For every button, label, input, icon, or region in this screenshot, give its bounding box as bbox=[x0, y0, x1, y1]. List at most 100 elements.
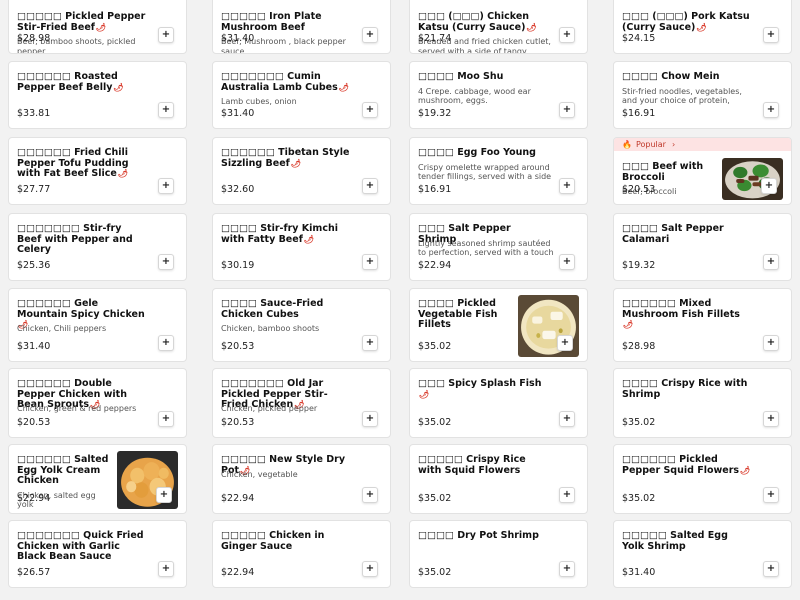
item-name: □□□□□□ Tibetan Style Sizzling Beef bbox=[221, 147, 350, 169]
add-to-cart-button[interactable]: + bbox=[559, 27, 575, 43]
add-to-cart-button[interactable]: + bbox=[761, 178, 777, 194]
add-to-cart-button[interactable]: + bbox=[158, 178, 174, 194]
add-to-cart-button[interactable]: + bbox=[362, 335, 378, 351]
item-name: □□□□□□□ Stir-fry Beef with Pepper and Ce… bbox=[17, 223, 133, 255]
menu-item-card[interactable]: □□□□□□ Fried Chili Pepper Tofu Pudding w… bbox=[8, 137, 187, 205]
menu-item-card[interactable]: □□□□ Chow Mein Stir-fried noodles, vegeta… bbox=[613, 61, 792, 129]
add-to-cart-button[interactable]: + bbox=[763, 27, 779, 43]
menu-item-card[interactable]: □□□□ Moo Shu 4 Crepe. cabbage, wood ear m… bbox=[409, 61, 588, 129]
menu-item-card[interactable]: □□□□□□□ Quick Fried Chicken with Garlic … bbox=[8, 520, 187, 588]
add-to-cart-button[interactable]: + bbox=[557, 335, 573, 351]
item-price: $22.94 bbox=[17, 493, 51, 504]
item-description: Chicken, pickled pepper bbox=[221, 404, 318, 413]
item-price: $27.77 bbox=[17, 184, 51, 195]
add-to-cart-button[interactable]: + bbox=[559, 178, 575, 194]
menu-item-card[interactable]: □□□□□□□ Cumin Australia Lamb Cubes🌶 Lamb … bbox=[212, 61, 391, 129]
add-to-cart-button[interactable]: + bbox=[362, 254, 378, 270]
menu-item-card[interactable]: □□□ (□□□) Chicken Katsu (Curry Sauce)🌶 Br… bbox=[409, 0, 588, 54]
menu-item-card[interactable]: □□□□□□ Double Pepper Chicken with Bean S… bbox=[8, 368, 187, 438]
add-to-cart-button[interactable]: + bbox=[158, 335, 174, 351]
add-to-cart-button[interactable]: + bbox=[158, 561, 174, 577]
item-price: $22.94 bbox=[221, 567, 255, 578]
menu-item-card[interactable]: □□□□□□ Mixed Mushroom Fish Fillets🌶 $28.9… bbox=[613, 288, 792, 362]
item-price: $31.40 bbox=[622, 567, 656, 578]
menu-item-card[interactable]: □□□□□□ Roasted Pepper Beef Belly🌶 $33.81 + bbox=[8, 61, 187, 129]
menu-item-card[interactable]: □□□□□□ Pickled Pepper Squid Flowers🌶 $35.… bbox=[613, 444, 792, 514]
chili-icon: 🌶 bbox=[113, 82, 124, 92]
item-price: $16.91 bbox=[622, 108, 656, 119]
item-description: Lightly seasoned shrimp sautéed to perfe… bbox=[418, 238, 554, 258]
add-to-cart-button[interactable]: + bbox=[156, 487, 172, 503]
menu-item-card[interactable]: □□□□□□ Salted Egg Yolk Cream Chicken Chic… bbox=[8, 444, 187, 514]
item-title: □□□□ Moo Shu bbox=[418, 71, 547, 83]
item-photo[interactable]: + bbox=[117, 451, 178, 509]
item-photo[interactable]: + bbox=[722, 158, 783, 200]
menu-item-card[interactable]: 🔥 Popular › □□□ Beef with Broccoli Beef, bro… bbox=[613, 137, 792, 205]
item-name: □□□□□□ Fried Chili Pepper Tofu Pudding w… bbox=[17, 147, 129, 179]
menu-item-card[interactable]: □□□□□□ Gele Mountain Spicy Chicken🌶 Chick… bbox=[8, 288, 187, 362]
menu-item-card[interactable]: □□□□□ Chicken in Ginger Sauce $22.94 + bbox=[212, 520, 391, 588]
add-to-cart-button[interactable]: + bbox=[559, 254, 575, 270]
menu-item-card[interactable]: □□□□□□□ Old Jar Pickled Pepper Stir-Frie… bbox=[212, 368, 391, 438]
menu-item-card[interactable]: □□□□ Salt Pepper Calamari $19.32 + bbox=[613, 213, 792, 281]
add-to-cart-button[interactable]: + bbox=[362, 27, 378, 43]
add-to-cart-button[interactable]: + bbox=[763, 487, 779, 503]
item-name: □□□□ Salt Pepper Calamari bbox=[622, 223, 724, 245]
item-description: Lamb cubes, onion bbox=[221, 97, 297, 106]
item-price: $35.02 bbox=[418, 341, 452, 352]
item-title: □□□□ Dry Pot Shrimp bbox=[418, 530, 547, 542]
menu-item-card[interactable]: □□□□□□ Tibetan Style Sizzling Beef🌶 $32.6… bbox=[212, 137, 391, 205]
menu-item-card[interactable]: □□□□□ Salted Egg Yolk Shrimp $31.40 + bbox=[613, 520, 792, 588]
add-to-cart-button[interactable]: + bbox=[763, 561, 779, 577]
item-name: □□□□□□ Pickled Pepper Squid Flowers bbox=[622, 454, 740, 476]
item-price: $20.53 bbox=[622, 184, 656, 195]
item-name: □□□□□□ Salted Egg Yolk Cream Chicken bbox=[17, 454, 109, 486]
add-to-cart-button[interactable]: + bbox=[559, 411, 575, 427]
item-name: □□□ Spicy Splash Fish bbox=[418, 378, 542, 389]
add-to-cart-button[interactable]: + bbox=[362, 102, 378, 118]
add-to-cart-button[interactable]: + bbox=[158, 254, 174, 270]
add-to-cart-button[interactable]: + bbox=[559, 487, 575, 503]
item-name: □□□□ Pickled Vegetable Fish Fillets bbox=[418, 298, 498, 330]
add-to-cart-button[interactable]: + bbox=[362, 411, 378, 427]
add-to-cart-button[interactable]: + bbox=[763, 411, 779, 427]
add-to-cart-button[interactable]: + bbox=[763, 102, 779, 118]
menu-item-card[interactable]: □□□□ Dry Pot Shrimp $35.02 + bbox=[409, 520, 588, 588]
menu-item-card[interactable]: □□□□□ Iron Plate Mushroom Beef Beef, Mush… bbox=[212, 0, 391, 54]
item-title: □□□□□□ Roasted Pepper Beef Belly🌶 bbox=[17, 71, 146, 93]
fire-icon: 🔥 bbox=[622, 140, 632, 149]
item-title: □□□□□□ Mixed Mushroom Fish Fillets🌶 bbox=[622, 298, 751, 331]
menu-item-card[interactable]: □□□□ Stir-fry Kimchi with Fatty Beef🌶 $30… bbox=[212, 213, 391, 281]
item-title: □□□□□□ Pickled Pepper Squid Flowers🌶 bbox=[622, 454, 751, 476]
add-to-cart-button[interactable]: + bbox=[158, 411, 174, 427]
item-price: $21.74 bbox=[418, 33, 452, 44]
menu-item-card[interactable]: □□□ Salt Pepper Shrimp Lightly seasoned s… bbox=[409, 213, 588, 281]
add-to-cart-button[interactable]: + bbox=[763, 254, 779, 270]
menu-item-card[interactable]: □□□ (□□□) Pork Katsu (Curry Sauce)🌶 $24.1… bbox=[613, 0, 792, 54]
add-to-cart-button[interactable]: + bbox=[559, 102, 575, 118]
menu-item-card[interactable]: □□□□□□□ Stir-fry Beef with Pepper and Ce… bbox=[8, 213, 187, 281]
item-description: Chicken, bamboo shoots bbox=[221, 324, 320, 333]
menu-item-card[interactable]: □□□□ Crispy Rice with Shrimp $35.02 + bbox=[613, 368, 792, 438]
item-photo[interactable]: + bbox=[518, 295, 579, 357]
menu-item-card[interactable]: □□□□□ Crispy Rice with Squid Flowers $35.… bbox=[409, 444, 588, 514]
menu-item-card[interactable]: □□□ Spicy Splash Fish🌶 $35.02 + bbox=[409, 368, 588, 438]
add-to-cart-button[interactable]: + bbox=[362, 487, 378, 503]
item-name: □□□□□ Salted Egg Yolk Shrimp bbox=[622, 530, 728, 552]
item-price: $31.40 bbox=[221, 33, 255, 44]
item-title: □□□□ Pickled Vegetable Fish Fillets bbox=[418, 298, 514, 331]
add-to-cart-button[interactable]: + bbox=[158, 102, 174, 118]
item-name: □□□ (□□□) Pork Katsu (Curry Sauce) bbox=[622, 11, 750, 33]
menu-item-card[interactable]: □□□□ Sauce-Fried Chicken Cubes Chicken, b… bbox=[212, 288, 391, 362]
add-to-cart-button[interactable]: + bbox=[362, 178, 378, 194]
menu-item-card[interactable]: □□□□ Egg Foo Young Crispy omelette wrappe… bbox=[409, 137, 588, 205]
add-to-cart-button[interactable]: + bbox=[763, 335, 779, 351]
menu-item-card[interactable]: □□□□ Pickled Vegetable Fish Fillets $35.0… bbox=[409, 288, 588, 362]
menu-item-card[interactable]: □□□□□ New Style Dry Pot🌶 Chicken, vegetab… bbox=[212, 444, 391, 514]
menu-item-card[interactable]: □□□□□ Pickled Pepper Stir-Fried Beef🌶 Bee… bbox=[8, 0, 187, 54]
chili-icon: 🌶 bbox=[696, 22, 707, 32]
add-to-cart-button[interactable]: + bbox=[362, 561, 378, 577]
add-to-cart-button[interactable]: + bbox=[559, 561, 575, 577]
item-name: □□□□ Moo Shu bbox=[418, 71, 504, 82]
add-to-cart-button[interactable]: + bbox=[158, 27, 174, 43]
